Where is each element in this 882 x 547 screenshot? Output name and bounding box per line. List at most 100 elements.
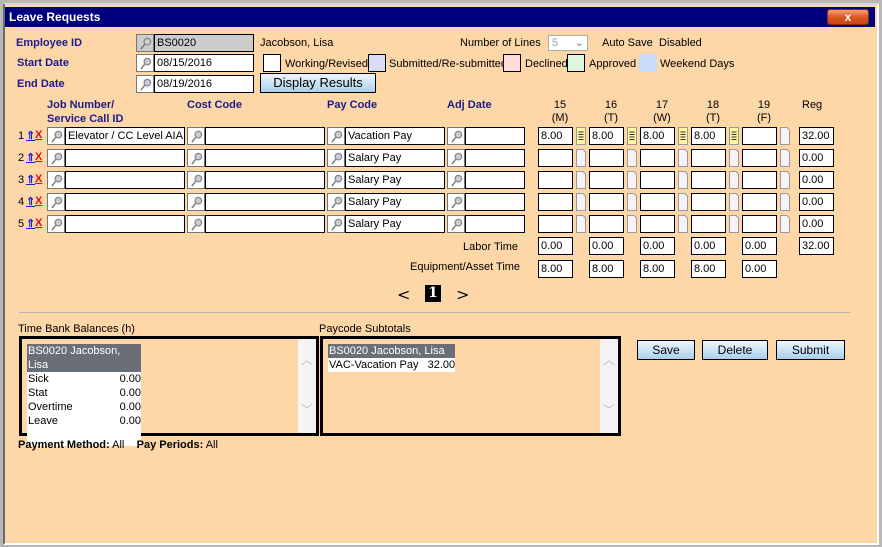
hours-field[interactable]	[691, 193, 726, 211]
hours-field[interactable]	[640, 171, 675, 189]
paycode-scrollbar[interactable]: ︿ ﹀	[600, 339, 618, 433]
job-number-field[interactable]	[65, 171, 185, 189]
pay-code-lookup-icon[interactable]	[327, 215, 345, 233]
hours-field[interactable]	[742, 171, 777, 189]
cost-code-lookup-icon[interactable]	[187, 215, 205, 233]
move-up-icon[interactable]: ⇑	[26, 151, 35, 164]
time-bank-employee[interactable]: BS0020 Jacobson, Lisa	[27, 344, 141, 372]
display-results-button[interactable]: Display Results	[260, 73, 376, 93]
scroll-up-icon[interactable]: ︿	[603, 351, 615, 368]
paycode-subtotals-employee[interactable]: BS0020 Jacobson, Lisa	[328, 344, 456, 358]
job-lookup-icon[interactable]	[47, 149, 65, 167]
job-number-field[interactable]	[65, 215, 185, 233]
note-empty-icon[interactable]	[729, 149, 739, 167]
submit-button[interactable]: Submit	[776, 340, 845, 360]
pager-prev-button[interactable]: <	[397, 285, 410, 304]
paycode-subtotals-listbox[interactable]: BS0020 Jacobson, Lisa VAC-Vacation Pay 3…	[320, 336, 621, 436]
note-empty-icon[interactable]	[780, 171, 790, 189]
move-up-icon[interactable]: ⇑	[26, 217, 35, 230]
hours-field[interactable]	[589, 193, 624, 211]
job-lookup-icon[interactable]	[47, 171, 65, 189]
delete-row-icon[interactable]: X	[35, 195, 42, 207]
adj-date-field[interactable]	[465, 215, 525, 233]
hours-field[interactable]	[691, 215, 726, 233]
hours-field[interactable]	[589, 215, 624, 233]
adj-date-field[interactable]	[465, 149, 525, 167]
delete-row-icon[interactable]: X	[35, 151, 42, 163]
adj-date-field[interactable]	[465, 193, 525, 211]
hours-field[interactable]	[640, 149, 675, 167]
note-empty-icon[interactable]	[780, 149, 790, 167]
note-filled-icon[interactable]	[678, 127, 688, 145]
hours-field[interactable]	[589, 171, 624, 189]
note-empty-icon[interactable]	[780, 193, 790, 211]
cost-code-field[interactable]	[205, 193, 325, 211]
hours-field[interactable]	[589, 149, 624, 167]
cost-code-lookup-icon[interactable]	[187, 193, 205, 211]
hours-field[interactable]	[640, 215, 675, 233]
pay-code-lookup-icon[interactable]	[327, 193, 345, 211]
hours-field[interactable]	[742, 127, 777, 145]
note-empty-icon[interactable]	[627, 193, 637, 211]
close-button[interactable]: x	[827, 9, 869, 25]
note-filled-icon[interactable]	[627, 127, 637, 145]
pay-code-field[interactable]: Salary Pay	[345, 171, 445, 189]
cost-code-field[interactable]	[205, 127, 325, 145]
employee-lookup-icon[interactable]	[136, 34, 154, 52]
scroll-down-icon[interactable]: ﹀	[603, 401, 615, 418]
hours-field[interactable]	[538, 215, 573, 233]
pager-next-button[interactable]: >	[456, 285, 469, 304]
start-date-lookup-icon[interactable]	[136, 54, 154, 72]
note-empty-icon[interactable]	[576, 149, 586, 167]
note-empty-icon[interactable]	[627, 215, 637, 233]
cost-code-lookup-icon[interactable]	[187, 127, 205, 145]
cost-code-field[interactable]	[205, 149, 325, 167]
scroll-down-icon[interactable]: ﹀	[301, 401, 313, 418]
job-number-field[interactable]	[65, 193, 185, 211]
hours-field[interactable]	[691, 171, 726, 189]
note-empty-icon[interactable]	[729, 171, 739, 189]
end-date-lookup-icon[interactable]	[136, 75, 154, 93]
adj-date-lookup-icon[interactable]	[447, 171, 465, 189]
note-empty-icon[interactable]	[627, 171, 637, 189]
hours-field[interactable]	[538, 171, 573, 189]
hours-field[interactable]: 8.00	[640, 127, 675, 145]
pay-code-field[interactable]: Salary Pay	[345, 149, 445, 167]
note-empty-icon[interactable]	[780, 127, 790, 145]
job-lookup-icon[interactable]	[47, 193, 65, 211]
hours-field[interactable]: 8.00	[691, 127, 726, 145]
delete-row-icon[interactable]: X	[35, 173, 42, 185]
adj-date-field[interactable]	[465, 127, 525, 145]
time-bank-scrollbar[interactable]: ︿ ﹀	[298, 339, 316, 433]
note-empty-icon[interactable]	[678, 149, 688, 167]
hours-field[interactable]: 8.00	[589, 127, 624, 145]
note-empty-icon[interactable]	[576, 193, 586, 211]
save-button[interactable]: Save	[637, 340, 695, 360]
move-up-icon[interactable]: ⇑	[26, 129, 35, 142]
hours-field[interactable]	[742, 193, 777, 211]
job-lookup-icon[interactable]	[47, 215, 65, 233]
pay-code-lookup-icon[interactable]	[327, 171, 345, 189]
delete-row-icon[interactable]: X	[35, 217, 42, 229]
pay-code-lookup-icon[interactable]	[327, 149, 345, 167]
adj-date-lookup-icon[interactable]	[447, 127, 465, 145]
cost-code-lookup-icon[interactable]	[187, 149, 205, 167]
adj-date-lookup-icon[interactable]	[447, 149, 465, 167]
pager-current-page[interactable]: 1	[425, 285, 441, 302]
note-empty-icon[interactable]	[576, 171, 586, 189]
cost-code-field[interactable]	[205, 171, 325, 189]
note-empty-icon[interactable]	[678, 171, 688, 189]
pay-code-field[interactable]: Salary Pay	[345, 193, 445, 211]
hours-field[interactable]	[538, 193, 573, 211]
move-up-icon[interactable]: ⇑	[26, 173, 35, 186]
adj-date-lookup-icon[interactable]	[447, 193, 465, 211]
job-number-field[interactable]	[65, 149, 185, 167]
note-empty-icon[interactable]	[576, 215, 586, 233]
pay-code-field[interactable]: Salary Pay	[345, 215, 445, 233]
note-filled-icon[interactable]	[576, 127, 586, 145]
note-empty-icon[interactable]	[678, 193, 688, 211]
note-empty-icon[interactable]	[729, 193, 739, 211]
move-up-icon[interactable]: ⇑	[26, 195, 35, 208]
adj-date-lookup-icon[interactable]	[447, 215, 465, 233]
note-empty-icon[interactable]	[729, 215, 739, 233]
